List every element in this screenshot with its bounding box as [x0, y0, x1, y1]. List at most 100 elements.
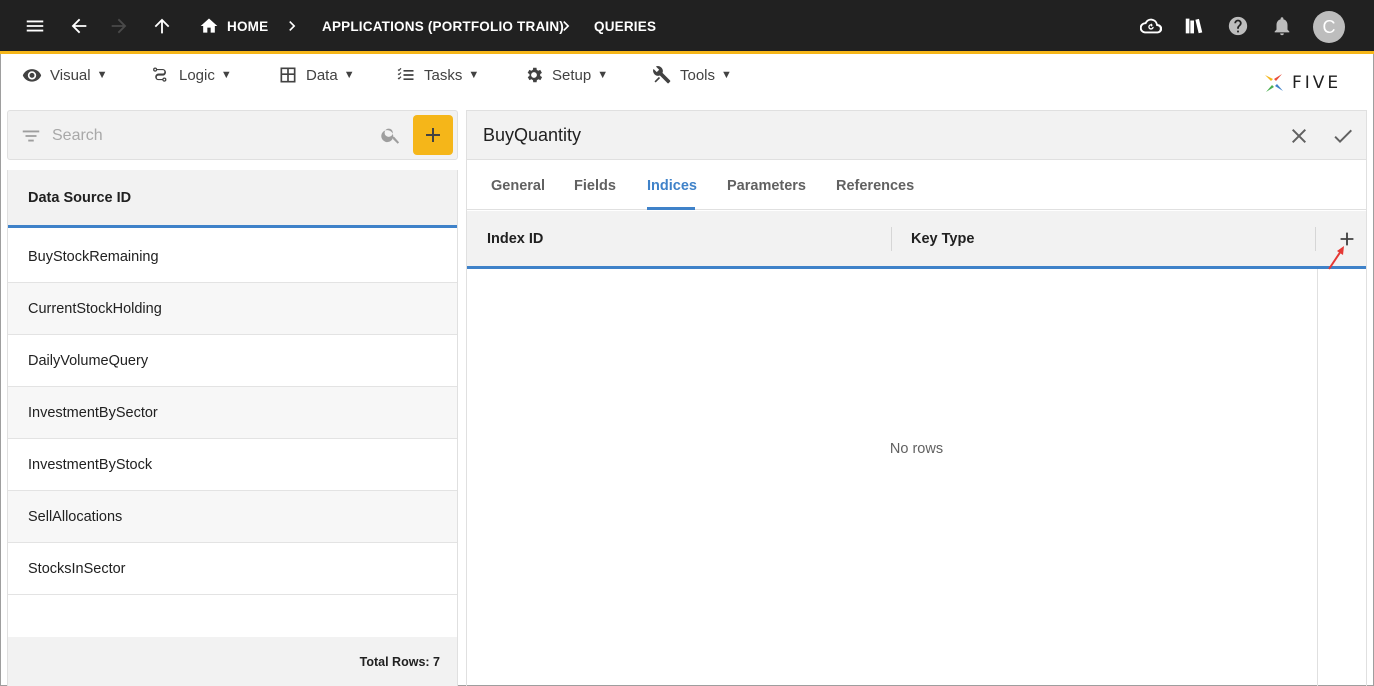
- bell-icon[interactable]: [1268, 12, 1296, 40]
- list-item-label: InvestmentBySector: [28, 404, 158, 421]
- gear-icon: [527, 67, 543, 83]
- indices-grid-header: Index ID Key Type: [467, 211, 1366, 269]
- form-header: BuyQuantity: [467, 111, 1366, 160]
- checklist-icon: [397, 67, 414, 80]
- menu-setup[interactable]: Setup ▼: [524, 62, 608, 88]
- empty-grid-message: No rows: [889, 441, 944, 457]
- menu-logic-label: Logic: [179, 66, 215, 84]
- column-label: Key Type: [911, 230, 975, 247]
- list-item[interactable]: CurrentStockHolding: [8, 283, 457, 335]
- list-column-header[interactable]: Data Source ID: [8, 170, 457, 228]
- data-source-list: Data Source ID BuyStockRemaining Current…: [7, 170, 458, 686]
- caret-down-icon: ▼: [597, 69, 609, 81]
- chevron-right-icon: [556, 16, 576, 36]
- cloud-sync-icon[interactable]: [1137, 12, 1165, 40]
- column-header-index-id[interactable]: Index ID: [487, 211, 543, 266]
- forward-arrow-icon[interactable]: [105, 12, 133, 40]
- breadcrumb-applications-label: APPLICATIONS (PORTFOLIO TRAIN): [322, 18, 564, 34]
- column-divider[interactable]: [891, 227, 892, 251]
- list-item[interactable]: InvestmentBySector: [8, 387, 457, 439]
- table-icon: [280, 67, 296, 83]
- tab-references[interactable]: References: [836, 161, 914, 210]
- up-arrow-icon[interactable]: [148, 12, 176, 40]
- column-label: Index ID: [487, 230, 544, 247]
- column-header-key-type[interactable]: Key Type: [911, 211, 974, 266]
- tab-label: Indices: [647, 177, 697, 194]
- filter-icon[interactable]: [20, 125, 42, 147]
- grid-divider: [1317, 269, 1318, 686]
- chevron-right-icon: [282, 16, 302, 36]
- add-record-button[interactable]: [413, 115, 453, 155]
- flow-icon: [153, 67, 167, 82]
- home-icon: [200, 18, 218, 33]
- column-divider[interactable]: [1315, 227, 1316, 251]
- search-icon[interactable]: [380, 124, 404, 148]
- tools-icon: [653, 66, 671, 84]
- caret-down-icon: ▼: [721, 69, 732, 81]
- logo-text: FIVE: [1292, 73, 1342, 93]
- five-logo: FIVE: [1262, 70, 1341, 96]
- search-bar: [7, 110, 458, 160]
- breadcrumb-queries[interactable]: QUERIES: [594, 0, 656, 52]
- tab-indices[interactable]: Indices: [647, 161, 697, 210]
- total-rows-label: Total Rows: 7: [359, 655, 440, 669]
- list-item[interactable]: DailyVolumeQuery: [8, 335, 457, 387]
- tab-fields[interactable]: Fields: [574, 161, 616, 210]
- annotation-arrow-icon: [1328, 246, 1344, 270]
- menu-data[interactable]: Data ▼: [278, 62, 355, 88]
- caret-down-icon: ▼: [343, 69, 355, 81]
- caret-down-icon: ▼: [220, 69, 232, 81]
- caret-down-icon: ▼: [96, 69, 108, 81]
- form-tabs: General Fields Indices Parameters Refere…: [467, 161, 1366, 210]
- list-item-label: InvestmentByStock: [28, 456, 153, 473]
- tab-label: Parameters: [727, 177, 806, 194]
- plus-icon: [426, 128, 440, 142]
- close-icon[interactable]: [1287, 124, 1311, 148]
- list-item-label: CurrentStockHolding: [28, 300, 162, 317]
- list-item-label: StocksInSector: [28, 560, 126, 577]
- tab-label: Fields: [574, 177, 616, 194]
- menu-visual[interactable]: Visual ▼: [22, 62, 107, 88]
- tab-label: References: [836, 177, 915, 194]
- caret-down-icon: ▼: [468, 69, 480, 81]
- list-item-label: DailyVolumeQuery: [28, 352, 149, 369]
- list-item-label: SellAllocations: [28, 508, 123, 525]
- breadcrumb-queries-label: QUERIES: [594, 18, 657, 34]
- tab-parameters[interactable]: Parameters: [727, 161, 806, 210]
- help-icon[interactable]: [1224, 12, 1252, 40]
- search-input[interactable]: [52, 123, 372, 149]
- list-item-label: BuyStockRemaining: [28, 248, 159, 265]
- avatar-initial: C: [1322, 16, 1336, 37]
- menu-tools[interactable]: Tools ▼: [652, 62, 732, 88]
- list-item[interactable]: InvestmentByStock: [8, 439, 457, 491]
- menu-icon[interactable]: [21, 12, 49, 40]
- menu-tools-label: Tools: [680, 66, 716, 84]
- list-item[interactable]: SellAllocations: [8, 491, 457, 543]
- menu-visual-label: Visual: [50, 66, 91, 84]
- menu-bar: Visual ▼ Logic ▼ Data ▼ Tasks ▼ Setup ▼ …: [0, 54, 1374, 100]
- library-icon[interactable]: [1180, 12, 1208, 40]
- check-icon[interactable]: [1331, 124, 1355, 148]
- breadcrumb-home-label: HOME: [227, 18, 269, 34]
- menu-data-label: Data: [306, 66, 338, 84]
- menu-logic[interactable]: Logic ▼: [151, 62, 232, 88]
- eye-icon: [22, 69, 42, 82]
- breadcrumb-home[interactable]: HOME: [199, 0, 268, 52]
- menu-tasks-label: Tasks: [424, 66, 463, 84]
- avatar[interactable]: C: [1313, 11, 1345, 43]
- top-app-bar: HOME APPLICATIONS (PORTFOLIO TRAIN) QUER…: [0, 0, 1374, 52]
- menu-tasks[interactable]: Tasks ▼: [396, 62, 479, 88]
- form-title: BuyQuantity: [483, 125, 582, 145]
- breadcrumb-applications[interactable]: APPLICATIONS (PORTFOLIO TRAIN): [322, 0, 564, 52]
- menu-setup-label: Setup: [552, 66, 592, 84]
- tab-general[interactable]: General: [491, 161, 545, 210]
- back-arrow-icon[interactable]: [65, 12, 93, 40]
- tab-label: General: [491, 177, 545, 194]
- five-logo-mark-icon: [1265, 74, 1283, 92]
- list-item[interactable]: StocksInSector: [8, 543, 457, 595]
- list-item[interactable]: BuyStockRemaining: [8, 231, 457, 283]
- total-rows: Total Rows: 7: [8, 637, 457, 686]
- record-form-panel: BuyQuantity General Fields Indices Param…: [466, 110, 1367, 686]
- active-tab-indicator: [647, 207, 695, 210]
- column-header-label: Data Source ID: [28, 189, 132, 206]
